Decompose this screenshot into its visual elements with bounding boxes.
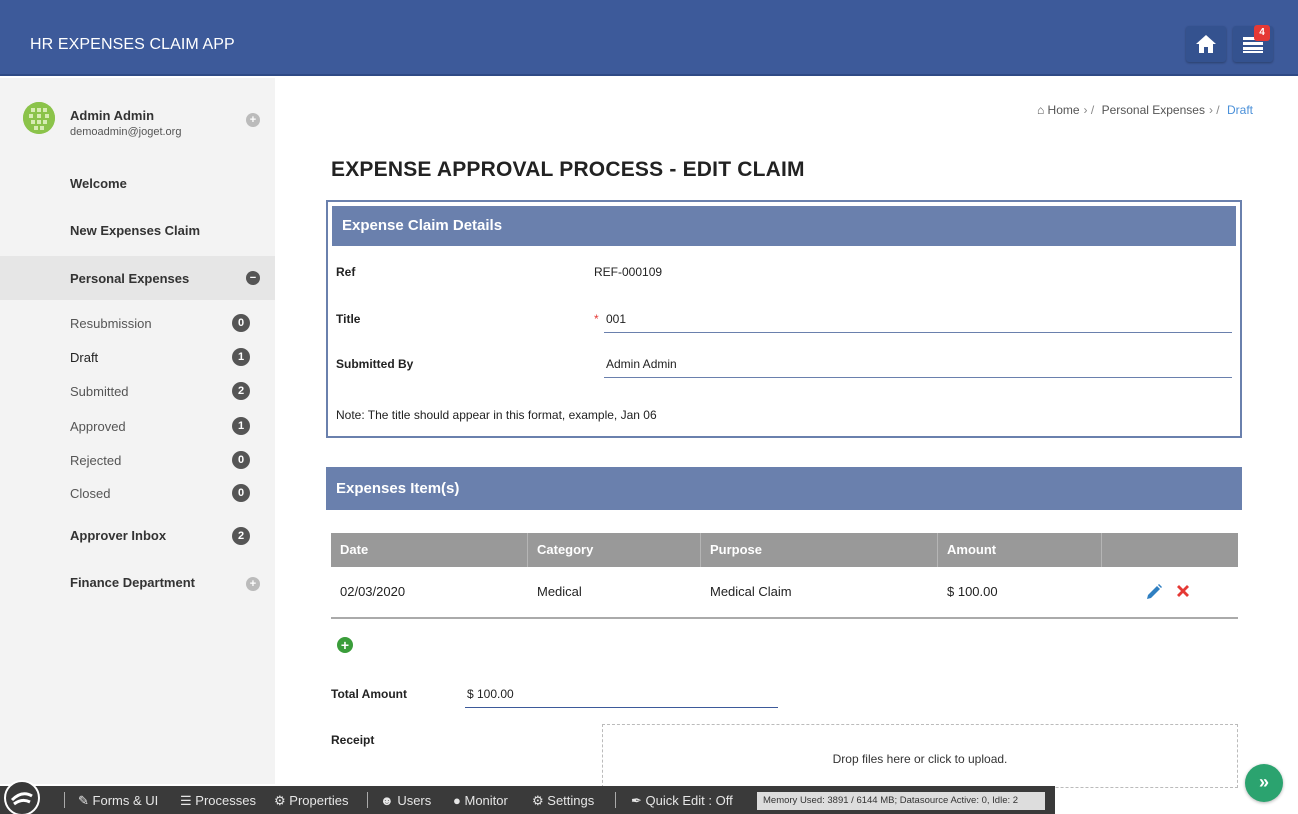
sidebar-item-personal-expenses[interactable]: Personal Expenses <box>70 271 189 286</box>
collapse-icon[interactable]: − <box>246 271 260 285</box>
brush-icon: ✒ <box>631 793 642 808</box>
user-name: Admin Admin <box>70 108 155 123</box>
double-chevron-right-icon: » <box>1258 772 1269 792</box>
sidebar-item-new-claim[interactable]: New Expenses Claim <box>70 223 200 238</box>
user-expand-icon[interactable]: + <box>246 113 260 127</box>
cell-category: Medical <box>537 584 582 599</box>
breadcrumb: ⌂ Home › / Personal Expenses › / Draft <box>1036 103 1253 117</box>
dropzone-text: Drop files here or click to upload. <box>832 752 1008 766</box>
quick-edit-toggle[interactable]: ✒ Quick Edit : Off <box>631 793 733 809</box>
edit-icon[interactable] <box>1145 583 1163 601</box>
app-header: HR EXPENSES CLAIM APP 4 <box>0 0 1298 76</box>
items-table-header: Date Category Purpose Amount <box>331 533 1238 567</box>
row-divider <box>331 617 1238 619</box>
expand-icon[interactable]: + <box>246 577 260 591</box>
sidebar-item-finance[interactable]: Finance Department <box>70 575 195 590</box>
home-icon: ⌂ <box>1036 103 1045 117</box>
sidebar-item-approved[interactable]: Approved <box>70 419 126 434</box>
admin-bar: ✎ Forms & UI ☰ Processes ⚙ Properties ☻ … <box>0 780 1055 814</box>
required-mark: * <box>594 312 599 326</box>
title-field[interactable]: 001 <box>606 312 626 326</box>
processes-link[interactable]: ☰ Processes <box>180 793 256 809</box>
forms-ui-link[interactable]: ✎ Forms & UI <box>78 793 158 809</box>
properties-link[interactable]: ⚙ Properties <box>274 793 349 809</box>
receipt-label: Receipt <box>331 733 375 747</box>
sidebar-item-resubmission[interactable]: Resubmission <box>70 316 152 331</box>
count-badge: 1 <box>232 348 250 366</box>
sidebar-item-welcome[interactable]: Welcome <box>70 176 127 191</box>
add-item-button[interactable]: + <box>337 637 353 653</box>
sidebar-item-rejected[interactable]: Rejected <box>70 453 121 468</box>
users-icon: ☻ <box>380 793 394 808</box>
monitor-link[interactable]: ● Monitor <box>453 793 508 808</box>
column-purpose[interactable]: Purpose <box>710 542 762 557</box>
edit-form-icon: ✎ <box>78 793 89 808</box>
breadcrumb-section[interactable]: Personal Expenses <box>1102 103 1205 117</box>
expand-panel-button[interactable]: » <box>1245 764 1283 802</box>
total-amount-field[interactable]: $ 100.00 <box>467 687 514 701</box>
home-button[interactable] <box>1186 26 1226 62</box>
count-badge: 0 <box>232 314 250 332</box>
submitted-by-underline <box>604 377 1232 378</box>
memory-status: Memory Used: 3891 / 6144 MB; Datasource … <box>757 792 1045 810</box>
sidebar: Admin Admin demoadmin@joget.org + Welcom… <box>0 78 275 784</box>
title-label: Title <box>336 312 361 326</box>
delete-icon[interactable] <box>1175 583 1191 599</box>
column-category[interactable]: Category <box>537 542 593 557</box>
sidebar-item-approver-inbox[interactable]: Approver Inbox <box>70 528 166 543</box>
sidebar-item-submitted[interactable]: Submitted <box>70 384 129 399</box>
sidebar-item-closed[interactable]: Closed <box>70 486 110 501</box>
breadcrumb-current[interactable]: Draft <box>1227 103 1253 117</box>
user-email: demoadmin@joget.org <box>70 126 182 138</box>
dashboard-icon: ● <box>453 793 461 808</box>
title-note: Note: The title should appear in this fo… <box>336 408 657 422</box>
settings-link[interactable]: ⚙ Settings <box>532 793 594 809</box>
claim-details-heading: Expense Claim Details <box>332 206 1236 246</box>
ref-value: REF-000109 <box>594 265 663 279</box>
app-title[interactable]: HR EXPENSES CLAIM APP <box>30 36 235 54</box>
total-underline <box>465 707 778 708</box>
breadcrumb-home[interactable]: Home <box>1048 103 1080 117</box>
notification-badge: 4 <box>1254 25 1270 41</box>
submitted-by-field[interactable]: Admin Admin <box>606 357 677 371</box>
avatar <box>23 102 55 134</box>
ref-label: Ref <box>336 265 356 279</box>
count-badge: 2 <box>232 527 250 545</box>
submitted-by-label: Submitted By <box>336 357 414 371</box>
column-amount[interactable]: Amount <box>947 542 996 557</box>
expenses-items-heading: Expenses Item(s) <box>326 467 1242 510</box>
count-badge: 2 <box>232 382 250 400</box>
joget-logo-icon[interactable] <box>4 780 40 814</box>
sidebar-item-draft[interactable]: Draft <box>70 350 98 365</box>
gear-icon: ⚙ <box>274 793 286 808</box>
count-badge: 0 <box>232 484 250 502</box>
list-icon: ☰ <box>180 793 192 808</box>
page-title: EXPENSE APPROVAL PROCESS - EDIT CLAIM <box>331 158 805 181</box>
receipt-dropzone[interactable]: Drop files here or click to upload. <box>602 724 1238 788</box>
cell-date: 02/03/2020 <box>340 584 406 599</box>
cell-amount: $ 100.00 <box>947 584 998 599</box>
claim-details-card: Expense Claim Details Ref REF-000109 Tit… <box>326 200 1242 438</box>
column-date[interactable]: Date <box>340 542 368 557</box>
title-underline <box>604 332 1232 333</box>
users-link[interactable]: ☻ Users <box>380 793 431 808</box>
count-badge: 0 <box>232 451 250 469</box>
count-badge: 1 <box>232 417 250 435</box>
gears-icon: ⚙ <box>532 793 544 808</box>
cell-purpose: Medical Claim <box>710 584 792 599</box>
total-amount-label: Total Amount <box>331 687 407 701</box>
home-icon <box>1196 35 1216 53</box>
